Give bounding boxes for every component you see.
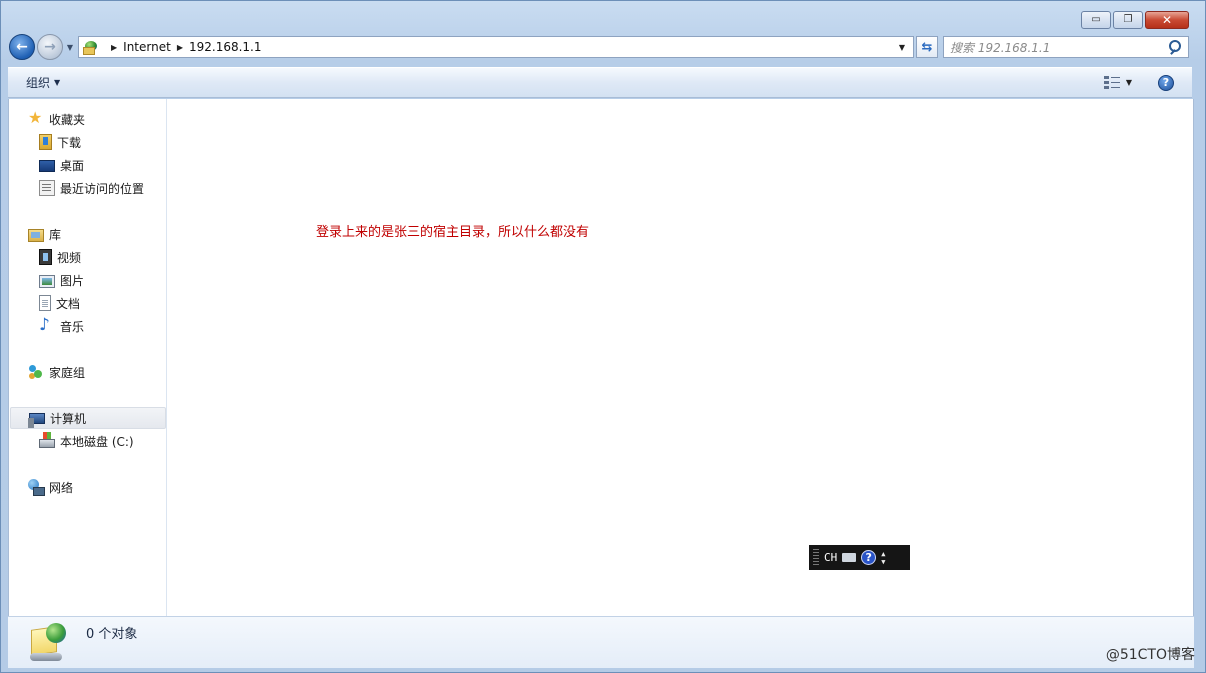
sidebar-item-label: 收藏夹 (49, 112, 86, 127)
sidebar-item-recent-places[interactable]: 最近访问的位置 (39, 177, 144, 199)
sidebar-item-label: 文档 (56, 296, 81, 311)
sidebar-item-network[interactable]: 网络 (28, 476, 73, 498)
sidebar-item-local-disk[interactable]: 本地磁盘 (C:) (39, 430, 134, 452)
command-bar: 组织 ▼ ▼ ? (8, 67, 1192, 98)
sidebar-item-label: 本地磁盘 (C:) (60, 434, 134, 449)
network-location-icon (83, 39, 101, 55)
sidebar-item-videos[interactable]: 视频 (39, 246, 81, 268)
library-icon (28, 228, 44, 242)
ftp-location-icon (26, 623, 68, 665)
help-icon[interactable]: ? (1158, 74, 1174, 91)
ime-language-bar[interactable]: CH ? ▲ ▼ (809, 545, 910, 570)
music-icon (39, 315, 55, 335)
recent-pages-dropdown[interactable]: ▼ (64, 43, 76, 52)
back-arrow-icon: ← (16, 39, 28, 55)
refresh-icon: ⇆ (921, 39, 933, 55)
forward-button[interactable]: → (37, 34, 63, 60)
sidebar-item-label: 最近访问的位置 (60, 181, 145, 196)
sidebar-item-pictures[interactable]: 图片 (39, 269, 84, 291)
address-bar[interactable]: ▶ Internet ▶ 192.168.1.1 ▼ (78, 36, 914, 58)
network-icon (28, 479, 45, 496)
favorites-star-icon (28, 108, 44, 127)
sidebar-item-label: 音乐 (60, 319, 85, 334)
view-options-dropdown-icon[interactable]: ▼ (1126, 78, 1132, 87)
computer-icon (28, 413, 45, 428)
breadcrumb-separator-icon[interactable]: ▶ (177, 43, 183, 52)
caption-buttons: ▭ ❐ ✕ (1081, 11, 1189, 29)
sidebar-item-computer[interactable]: 计算机 (10, 407, 166, 429)
ime-options-icon[interactable]: ▲ ▼ (881, 550, 885, 566)
breadcrumb-host[interactable]: 192.168.1.1 (189, 40, 262, 54)
organize-dropdown-icon: ▼ (54, 78, 61, 87)
sidebar-item-label: 桌面 (60, 158, 85, 173)
sidebar-item-label: 图片 (60, 273, 85, 288)
back-button[interactable]: ← (9, 34, 35, 60)
organize-button[interactable]: 组织 ▼ (26, 74, 60, 91)
search-placeholder: 搜索 192.168.1.1 (950, 40, 1051, 55)
sidebar-item-label: 下载 (57, 135, 82, 150)
organize-label: 组织 (26, 76, 51, 90)
sidebar-item-desktop[interactable]: 桌面 (39, 154, 84, 176)
close-button[interactable]: ✕ (1145, 11, 1189, 29)
local-disk-icon (39, 432, 55, 448)
video-icon (39, 249, 52, 265)
minimize-button[interactable]: ▭ (1081, 11, 1111, 29)
change-view-icon[interactable] (1103, 75, 1120, 90)
sidebar-item-label: 计算机 (50, 411, 87, 426)
sidebar-item-label: 库 (49, 227, 62, 242)
homegroup-icon (28, 364, 44, 380)
sidebar-item-music[interactable]: 音乐 (39, 315, 84, 337)
sidebar-item-favorites[interactable]: 收藏夹 (28, 108, 85, 130)
watermark: @51CTO博客 (1105, 647, 1195, 663)
desktop-icon (39, 160, 55, 172)
main-frame: 收藏夹 下载 桌面 最近访问的位置 库 视频 (8, 99, 1194, 616)
keyboard-icon[interactable] (842, 553, 857, 562)
address-history-dropdown-icon[interactable]: ▼ (899, 43, 905, 52)
sidebar-item-label: 视频 (57, 250, 82, 265)
search-icon[interactable] (1168, 40, 1182, 54)
ime-language-indicator[interactable]: CH (824, 551, 837, 564)
refresh-button[interactable]: ⇆ (916, 36, 938, 58)
recent-places-icon (39, 180, 55, 196)
navigation-pane: 收藏夹 下载 桌面 最近访问的位置 库 视频 (9, 99, 167, 616)
ime-help-icon[interactable]: ? (861, 550, 877, 565)
sidebar-item-documents[interactable]: 文档 (39, 292, 80, 314)
search-input[interactable]: 搜索 192.168.1.1 (943, 36, 1189, 58)
annotation-text: 登录上来的是张三的宿主目录，所以什么都没有 (316, 225, 590, 240)
sidebar-item-libraries[interactable]: 库 (28, 223, 61, 245)
download-icon (39, 134, 52, 150)
details-pane: 0 个对象 (8, 616, 1194, 668)
documents-icon (39, 295, 51, 311)
sidebar-item-label: 网络 (49, 480, 74, 495)
breadcrumb-separator-icon[interactable]: ▶ (111, 43, 117, 52)
forward-arrow-icon: → (44, 39, 56, 55)
pictures-icon (39, 274, 55, 288)
drag-grip-icon[interactable] (813, 548, 819, 567)
item-count: 0 个对象 (86, 627, 138, 642)
sidebar-item-downloads[interactable]: 下载 (39, 131, 81, 153)
sidebar-item-label: 家庭组 (49, 365, 86, 380)
explorer-window: ▭ ❐ ✕ ← → ▼ ▶ Internet ▶ 192.168.1.1 ▼ ⇆… (0, 0, 1206, 673)
maximize-button[interactable]: ❐ (1113, 11, 1143, 29)
sidebar-item-homegroup[interactable]: 家庭组 (28, 361, 85, 383)
breadcrumb-internet[interactable]: Internet (123, 40, 171, 54)
navigation-bar: ← → ▼ ▶ Internet ▶ 192.168.1.1 ▼ ⇆ 搜索 19… (9, 34, 1189, 60)
